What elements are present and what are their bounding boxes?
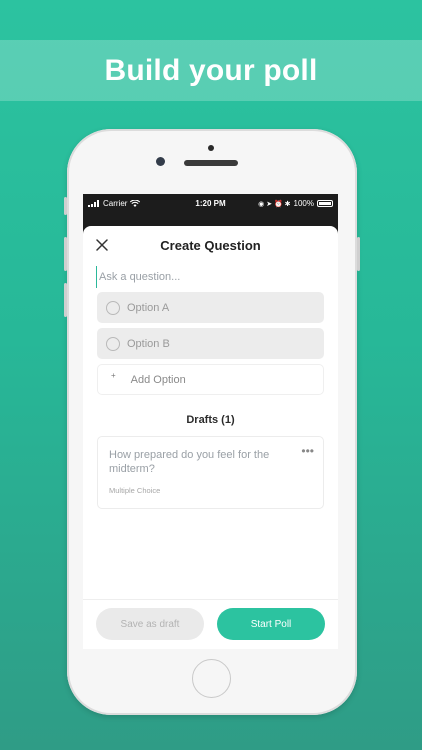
create-question-sheet: Create Question Option A Option B + Add … (83, 226, 338, 649)
phone-volume-up (64, 237, 67, 271)
option-a[interactable]: Option A (97, 292, 324, 323)
phone-frame: Carrier 1:20 PM ◉ ➤ ⏰ ✱ 100% Create Ques… (64, 129, 360, 715)
status-time: 1:20 PM (195, 199, 226, 208)
phone-power-button (357, 237, 360, 271)
add-option-label: Add Option (130, 373, 186, 386)
home-button[interactable] (192, 659, 231, 698)
earpiece-speaker (184, 160, 238, 166)
option-label: Option B (127, 337, 170, 350)
option-label: Option A (127, 301, 170, 314)
sheet-header: Create Question (83, 226, 338, 264)
question-input[interactable] (96, 266, 324, 288)
add-option-button[interactable]: + Add Option (97, 364, 324, 395)
phone-mute-switch (64, 197, 67, 215)
option-b[interactable]: Option B (97, 328, 324, 359)
draft-question: How prepared do you feel for the midterm… (109, 449, 270, 475)
phone-volume-down (64, 283, 67, 317)
front-camera (156, 157, 165, 166)
more-options-icon[interactable]: ••• (301, 444, 314, 458)
proximity-sensor (208, 145, 214, 151)
save-as-draft-button[interactable]: Save as draft (96, 608, 204, 640)
status-bar: Carrier 1:20 PM ◉ ➤ ⏰ ✱ 100% (83, 194, 338, 213)
close-button[interactable] (93, 236, 111, 254)
draft-type: Multiple Choice (109, 486, 161, 495)
phone-screen: Carrier 1:20 PM ◉ ➤ ⏰ ✱ 100% Create Ques… (83, 194, 338, 649)
start-poll-button[interactable]: Start Poll (217, 608, 325, 640)
draft-card[interactable]: How prepared do you feel for the midterm… (97, 436, 324, 509)
close-icon (96, 239, 108, 251)
drafts-heading: Drafts (1) (186, 414, 235, 426)
sheet-footer: Save as draft Start Poll (83, 599, 338, 649)
battery-icon (317, 200, 333, 207)
radio-icon (106, 300, 120, 315)
banner-title: Build your poll (104, 53, 318, 87)
sheet-title: Create Question (160, 237, 261, 253)
plus-icon: + (111, 371, 116, 380)
banner: Build your poll (0, 40, 422, 101)
radio-icon (106, 336, 120, 351)
